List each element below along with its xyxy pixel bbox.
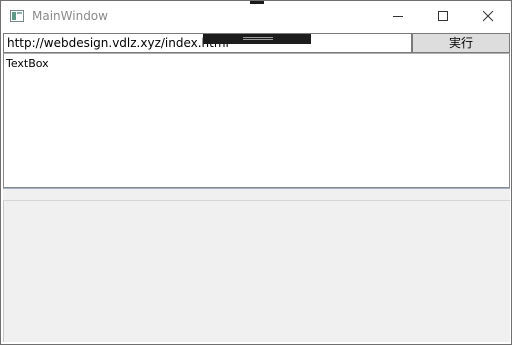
- maximize-button[interactable]: [421, 1, 466, 32]
- top-marker: [250, 1, 264, 4]
- grip-line: [243, 39, 273, 40]
- window-title: MainWindow: [32, 9, 108, 23]
- bottom-panel: [3, 201, 510, 342]
- close-button[interactable]: [466, 1, 511, 32]
- minimize-button[interactable]: [376, 1, 421, 32]
- run-button[interactable]: 実行: [412, 33, 510, 53]
- main-window: MainWindow http://webdesign.vdlz.xyz/ind…: [0, 0, 512, 345]
- title-bar[interactable]: MainWindow: [1, 1, 511, 32]
- grid-splitter[interactable]: [3, 188, 510, 201]
- minimize-icon: [393, 16, 403, 17]
- app-window-icon: [10, 10, 24, 22]
- output-textbox[interactable]: TextBox: [3, 53, 510, 188]
- drag-handle[interactable]: [203, 34, 311, 44]
- close-icon: [483, 11, 494, 22]
- grip-line: [243, 37, 273, 38]
- maximize-icon: [438, 11, 448, 21]
